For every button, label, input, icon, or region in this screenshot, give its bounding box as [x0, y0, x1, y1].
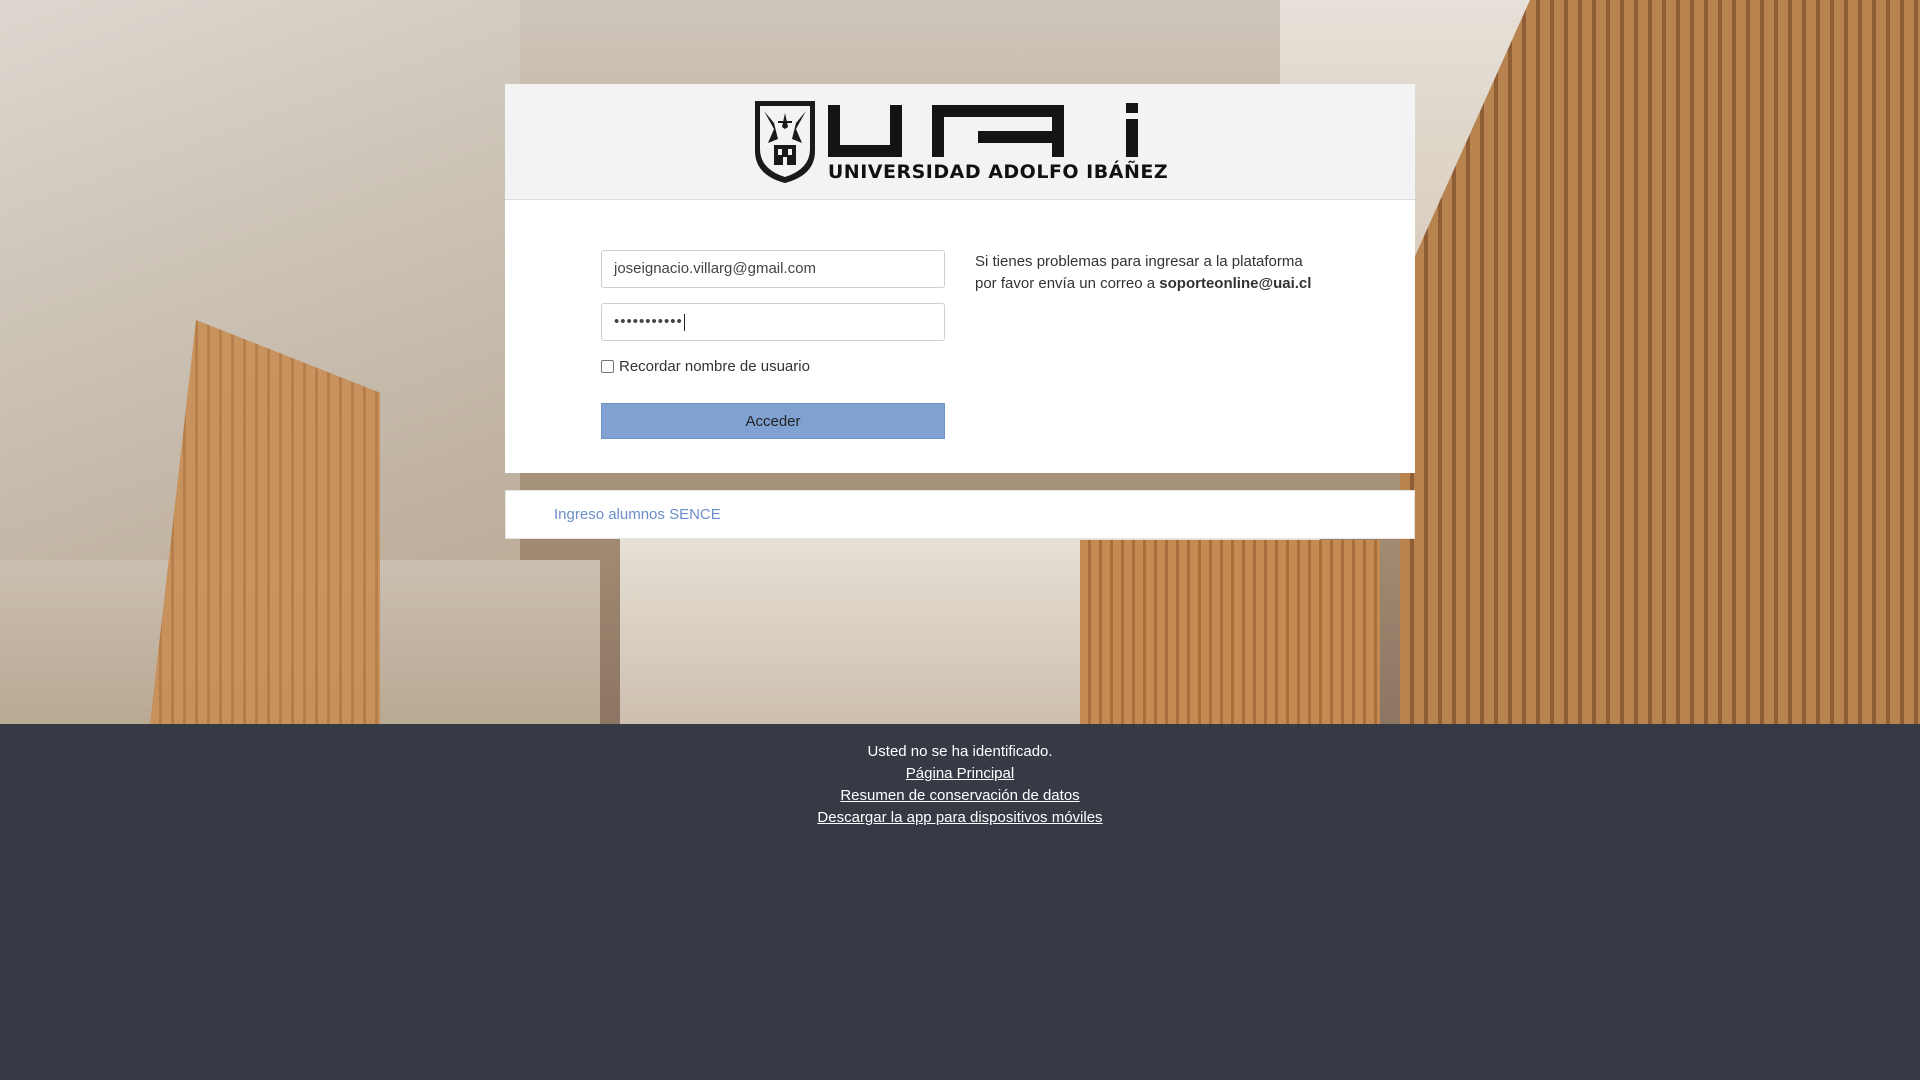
- help-line-2-prefix: por favor envía un correo a: [975, 275, 1160, 292]
- password-input[interactable]: •••••••••••: [601, 303, 945, 341]
- logo-text-block: UNIVERSIDAD ADOLFO IBÁÑEZ: [827, 101, 1169, 183]
- support-email: soporteonline@uai.cl: [1159, 275, 1312, 292]
- sence-login-link[interactable]: Ingreso alumnos SENCE: [554, 506, 721, 523]
- page-footer: Usted no se ha identificado. Página Prin…: [0, 724, 1920, 1080]
- help-line-2: por favor envía un correo a soporteonlin…: [975, 273, 1375, 295]
- login-form: joseignacio.villarg@gmail.com ••••••••••…: [601, 250, 945, 439]
- login-status-text: Usted no se ha identificado.: [867, 743, 1053, 760]
- footer-link-mobile-app[interactable]: Descargar la app para dispositivos móvil…: [817, 807, 1102, 829]
- remember-username-checkbox[interactable]: [601, 360, 614, 373]
- background-wood-panel-center: [1080, 540, 1380, 724]
- login-card-body: joseignacio.villarg@gmail.com ••••••••••…: [505, 200, 1415, 473]
- help-line-1: Si tienes problemas para ingresar a la p…: [975, 253, 1303, 270]
- login-button[interactable]: Acceder: [601, 403, 945, 439]
- remember-username-row: Recordar nombre de usuario: [601, 358, 945, 375]
- university-logo: UNIVERSIDAD ADOLFO IBÁÑEZ: [752, 99, 1168, 185]
- username-input[interactable]: joseignacio.villarg@gmail.com: [601, 250, 945, 288]
- uai-letters-icon: [827, 102, 1138, 157]
- crest-icon: [754, 100, 815, 183]
- help-message: Si tienes problemas para ingresar a la p…: [975, 251, 1375, 295]
- login-card-header: UNIVERSIDAD ADOLFO IBÁÑEZ: [505, 84, 1415, 200]
- text-caret: [683, 313, 685, 331]
- sence-login-bar: Ingreso alumnos SENCE: [505, 490, 1415, 539]
- footer-link-data-retention[interactable]: Resumen de conservación de datos: [840, 785, 1079, 807]
- remember-username-label[interactable]: Recordar nombre de usuario: [619, 358, 810, 375]
- footer-link-home[interactable]: Página Principal: [906, 763, 1014, 785]
- password-mask: •••••••••••: [614, 313, 683, 330]
- university-name: UNIVERSIDAD ADOLFO IBÁÑEZ: [827, 160, 1169, 183]
